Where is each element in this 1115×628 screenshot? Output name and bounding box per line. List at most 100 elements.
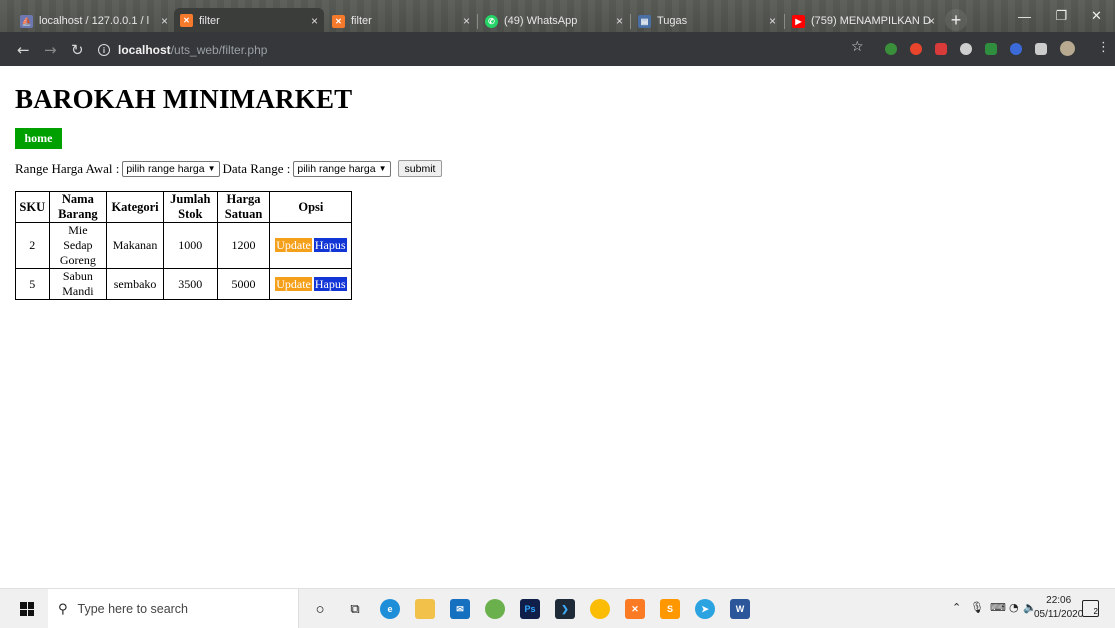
tab-filter[interactable]: ✕ filter × [326, 10, 476, 32]
cell-jumlah-stok: 1000 [162, 222, 218, 269]
tab-phpmyadmin[interactable]: ⛵ localhost / 127.0.0.1 / l × [14, 10, 174, 32]
tab-filter-active[interactable]: ✕ filter × [174, 8, 324, 33]
close-tab-icon[interactable]: × [161, 14, 168, 28]
tab-label: filter [351, 15, 372, 27]
table-row: 2 Mie Sedap Goreng Makanan 1000 1200 Upd… [15, 222, 353, 269]
photoshop-icon[interactable]: Ps [520, 599, 540, 619]
header-harga-satuan: Harga Satuan [216, 191, 271, 223]
close-tab-icon[interactable]: × [616, 14, 623, 28]
cell-kategori: Makanan [106, 222, 164, 269]
docs-icon: ▤ [638, 14, 651, 28]
address-bar[interactable]: i localhost /uts_web/filter.php [98, 40, 943, 60]
data-range-select-value: pilih range harga [297, 162, 376, 175]
menu-kebab-icon[interactable]: ⋮ [1097, 40, 1110, 55]
header-nama-barang: Nama Barang [48, 191, 108, 223]
chevron-down-icon: ▼ [378, 164, 387, 173]
tab-youtube[interactable]: ▶ (759) MENAMPILKAN D × [786, 10, 941, 32]
update-button[interactable]: Update [275, 238, 312, 252]
tab-label: localhost / 127.0.0.1 / l [39, 15, 150, 27]
page-title: BAROKAH MINIMARKET [15, 84, 353, 114]
extension-icon[interactable] [885, 43, 897, 55]
xampp-icon[interactable]: ✕ [625, 599, 645, 619]
close-tab-icon[interactable]: × [463, 14, 470, 28]
cell-opsi: Update Hapus [269, 268, 353, 300]
wifi-icon[interactable]: ◔ [1009, 601, 1019, 614]
chrome-icon[interactable] [590, 599, 610, 619]
home-button[interactable]: home [15, 128, 62, 149]
extension-icon[interactable] [935, 43, 947, 55]
back-arrow-icon[interactable]: ← [17, 41, 30, 59]
info-icon[interactable]: i [98, 44, 110, 56]
notification-icon[interactable]: 2 [1082, 600, 1099, 617]
tab-separator [630, 14, 631, 29]
mail-icon[interactable]: ✉ [450, 599, 470, 619]
edge-icon[interactable]: e [380, 599, 400, 619]
windows-taskbar: ⚲ Type here to search ○ ⧉ e ✉ Ps ❯ ✕ S ➤… [0, 588, 1115, 628]
taskbar-search-box[interactable]: ⚲ Type here to search [48, 589, 299, 628]
task-view-icon[interactable]: ⧉ [345, 599, 365, 619]
terminal-icon[interactable]: ❯ [555, 599, 575, 619]
extension-icon[interactable] [985, 43, 997, 55]
extensions-puzzle-icon[interactable] [1035, 43, 1047, 55]
table-row: 5 Sabun Mandi sembako 3500 5000 Update Ha… [15, 268, 353, 300]
data-range-select[interactable]: pilih range harga ▼ [293, 160, 391, 177]
keyboard-icon[interactable]: ⌨ [990, 601, 1006, 614]
address-host: localhost [118, 43, 171, 57]
hapus-button[interactable]: Hapus [313, 276, 347, 291]
header-kategori: Kategori [106, 191, 164, 223]
close-tab-icon[interactable]: × [928, 14, 935, 28]
tab-separator [784, 14, 785, 29]
hapus-button[interactable]: Hapus [313, 238, 347, 252]
file-explorer-icon[interactable] [415, 599, 435, 619]
microphone-icon[interactable]: 🎙 [970, 601, 984, 614]
address-path: /uts_web/filter.php [170, 43, 268, 57]
bookmark-star-icon[interactable]: ☆ [851, 39, 864, 55]
extension-icon[interactable] [1010, 43, 1022, 55]
telegram-icon[interactable]: ➤ [695, 599, 715, 619]
search-icon: ⚲ [58, 601, 68, 617]
chevron-up-icon[interactable]: ⌃ [952, 601, 961, 614]
header-jumlah-stok: Jumlah Stok [162, 191, 218, 223]
youtube-icon: ▶ [792, 14, 805, 28]
windows-start-icon[interactable] [20, 602, 34, 616]
range-harga-select-value: pilih range harga [126, 162, 205, 175]
reload-icon[interactable]: ↻ [71, 41, 84, 59]
cell-opsi: Update Hapus [269, 222, 353, 269]
close-window-button[interactable]: ✕ [1078, 0, 1115, 32]
word-icon[interactable]: W [730, 599, 750, 619]
tab-label: (49) WhatsApp [504, 15, 578, 27]
phpmyadmin-icon: ⛵ [20, 14, 33, 28]
cortana-circle-icon[interactable]: ○ [310, 599, 330, 619]
tab-label: filter [199, 14, 220, 27]
extension-icon[interactable] [910, 43, 922, 55]
range-harga-select[interactable]: pilih range harga ▼ [122, 160, 220, 177]
close-tab-icon[interactable]: × [769, 14, 776, 28]
range-harga-label: Range Harga Awal : [15, 160, 120, 176]
restore-button[interactable]: ❐ [1043, 0, 1080, 32]
header-sku: SKU [15, 191, 50, 223]
app-icon[interactable] [485, 599, 505, 619]
tab-tugas[interactable]: ▤ Tugas × [632, 10, 782, 32]
cell-harga-satuan: 1200 [216, 222, 271, 269]
close-tab-icon[interactable]: × [311, 14, 318, 28]
data-range-label: Data Range : [222, 160, 291, 176]
update-button[interactable]: Update [275, 276, 312, 291]
profile-avatar[interactable] [1060, 41, 1075, 56]
sublime-text-icon[interactable]: S [660, 599, 680, 619]
chevron-down-icon: ▼ [207, 164, 216, 173]
new-tab-button[interactable]: + [945, 9, 967, 31]
tab-separator [477, 14, 478, 29]
cell-sku: 5 [15, 268, 50, 300]
forward-arrow-icon[interactable]: → [44, 41, 57, 59]
xampp-icon: ✕ [332, 14, 345, 28]
filter-form: Range Harga Awal : pilih range harga ▼ D… [15, 160, 443, 177]
clock-date: 05/11/2020 [1034, 609, 1084, 620]
taskbar-clock[interactable]: 22:06 05/11/2020 [1034, 594, 1083, 622]
minimize-button[interactable]: — [1006, 0, 1043, 32]
cell-nama-barang: Mie Sedap Goreng [48, 222, 108, 269]
extension-icon[interactable] [960, 43, 972, 55]
tab-whatsapp[interactable]: ✆ (49) WhatsApp × [479, 10, 629, 32]
submit-button[interactable]: submit [397, 160, 443, 177]
table-header-row: SKU Nama Barang Kategori Jumlah Stok Har… [15, 191, 353, 223]
cell-sku: 2 [15, 222, 50, 269]
